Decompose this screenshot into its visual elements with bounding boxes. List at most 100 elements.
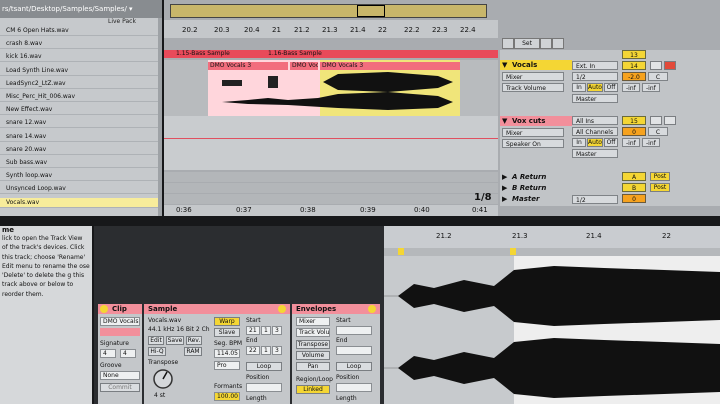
clip-name-field[interactable]: DMO Vocals [100,317,140,326]
file-item[interactable]: snare 12.wav [0,118,158,129]
warp-marker-lane[interactable] [384,248,720,256]
end-bar[interactable]: 22 [246,346,260,355]
file-item[interactable]: Synth loop.wav [0,171,158,182]
sample-editor[interactable]: 21.2 21.3 21.4 22 [384,226,720,404]
warp-mode-select[interactable]: Pro [214,361,240,370]
file-item[interactable]: crash 8.wav [0,39,158,50]
transpose-value[interactable]: 4 st [154,392,165,399]
master-header[interactable]: ▶ Master [500,194,572,204]
vocals-volume[interactable]: -2.0 [622,72,646,81]
slave-button[interactable]: Slave [214,328,240,337]
save-button[interactable]: Save [166,336,184,345]
activator-icon[interactable] [100,305,108,313]
browser-scrollbar[interactable] [158,18,162,216]
b-return-header[interactable]: ▶ B Return [500,183,572,193]
warp-marker-icon[interactable] [510,248,516,255]
collapse-icon[interactable]: ▼ [502,117,507,125]
reverse-button[interactable]: Rev. [186,336,202,345]
end-sixteenth[interactable]: 3 [272,346,282,355]
solo-button[interactable] [650,61,662,70]
pan-env-button[interactable]: Pan [296,362,330,371]
file-item[interactable]: snare 14.wav [0,132,158,142]
transpose-env-button[interactable]: Transpose [296,340,330,349]
beat-time-ruler[interactable]: 20.2 20.3 20.4 21 21.2 21.3 21.4 22 22.2… [164,20,498,38]
env-position-field[interactable] [336,383,372,392]
warp-marker-icon[interactable] [398,248,404,255]
vox-cuts-volume[interactable]: 0 [622,127,646,136]
master-volume[interactable]: 0 [622,194,646,203]
commit-button[interactable]: Commit [100,383,140,392]
file-item[interactable]: snare 20.wav [0,145,158,155]
env-end-field[interactable] [336,346,372,355]
file-item[interactable]: CM 6 Open Hats.wav [0,26,158,36]
envelopes-activator-icon[interactable] [368,305,376,313]
vocal-clip[interactable]: DMO Vocals 3 [320,62,460,70]
vox-cuts-output[interactable]: Master [572,149,618,158]
vocals-input-channel[interactable]: 1/2 [572,72,618,81]
envelope-device-select[interactable]: Mixer [296,317,330,326]
expand-icon[interactable]: ▶ [502,173,507,181]
bass-clip[interactable]: 1.16-Bass Sample [266,50,456,58]
b-return-post-button[interactable]: Post [650,183,670,192]
solo-button[interactable] [650,116,662,125]
vocals-input-type[interactable]: Ext. In [572,61,618,70]
sample-activator-icon[interactable] [278,305,286,313]
bass-track-lane[interactable]: 1.15-Bass Sample 1.16-Bass Sample [164,50,498,58]
file-item[interactable]: Load Synth Line.wav [0,66,158,76]
file-item[interactable]: kick 16.wav [0,52,158,63]
position-field[interactable] [246,383,282,392]
volume-env-button[interactable]: Volume [296,351,330,360]
monitor-off-button[interactable]: Off [604,83,618,92]
seg-bpm-field[interactable]: 114.05 [214,349,240,358]
vox-cuts-mixer-select[interactable]: Mixer [502,128,564,137]
file-item[interactable]: Unsynced Loop.wav [0,184,158,195]
browser-path[interactable]: rs/tsant/Desktop/Samples/Samples/ ▾ [2,5,133,13]
master-lane[interactable] [164,194,498,204]
ram-button[interactable]: RAM [184,347,202,356]
formants-field[interactable]: 100.00 [214,392,240,401]
end-beat[interactable]: 1 [261,346,271,355]
expand-icon[interactable]: ▶ [502,195,507,203]
groove-select[interactable]: None [100,371,140,380]
arm-button[interactable] [664,61,676,70]
envelopes-header[interactable]: Envelopes [292,304,380,314]
file-item[interactable]: Sub bass.wav [0,158,158,168]
fold-icon[interactable] [552,38,564,49]
file-item[interactable]: LeadSync2_LtZ.wav [0,79,158,89]
edit-button[interactable]: Edit [148,336,164,345]
vocals-track-name[interactable]: Vocals [512,61,537,69]
file-item[interactable]: Misc_Perc_Hit_006.wav [0,92,158,102]
automation-line[interactable] [164,138,498,139]
warp-button[interactable]: Warp [214,317,240,326]
vox-cuts-input-channel[interactable]: All Channels [572,127,618,136]
linked-button[interactable]: Linked [296,385,330,394]
file-item[interactable]: New Effect.wav [0,105,158,116]
signature-denominator[interactable]: 4 [120,349,136,358]
signature-numerator[interactable]: 4 [100,349,116,358]
monitor-off-button[interactable]: Off [604,138,618,147]
vocal-clip[interactable]: DMO Vocals 3 [208,62,288,70]
vocal-clip[interactable]: DMO Vocals 3 [290,62,318,70]
start-beat[interactable]: 1 [261,326,271,335]
clip-color[interactable] [100,328,140,336]
sample-box-header[interactable]: Sample [144,304,290,314]
a-return-letter[interactable]: A [622,172,646,181]
start-bar[interactable]: 21 [246,326,260,335]
b-return-letter[interactable]: B [622,183,646,192]
hiq-button[interactable]: Hi-Q [148,347,166,356]
a-return-lane[interactable] [164,172,498,182]
env-loop-button[interactable]: Loop [336,362,372,371]
browser-path-bar[interactable]: rs/tsant/Desktop/Samples/Samples/ ▾ [0,0,162,18]
monitor-auto-button[interactable]: Auto [587,83,603,92]
monitor-auto-button[interactable]: Auto [587,138,603,147]
monitor-in-button[interactable]: In [572,138,586,147]
overview-viewport[interactable] [357,5,385,17]
vocals-track-number[interactable]: 14 [622,61,646,70]
arrow-left-icon[interactable] [502,38,514,49]
vox-cuts-track-name[interactable]: Vox cuts [512,117,545,125]
loop-button[interactable]: Loop [246,362,282,371]
arrangement-overview[interactable] [170,4,487,18]
vox-cuts-title-bar[interactable]: ▼ Vox cuts [500,116,572,126]
set-locator-button[interactable]: Set [514,38,540,49]
expand-icon[interactable]: ▶ [502,184,507,192]
